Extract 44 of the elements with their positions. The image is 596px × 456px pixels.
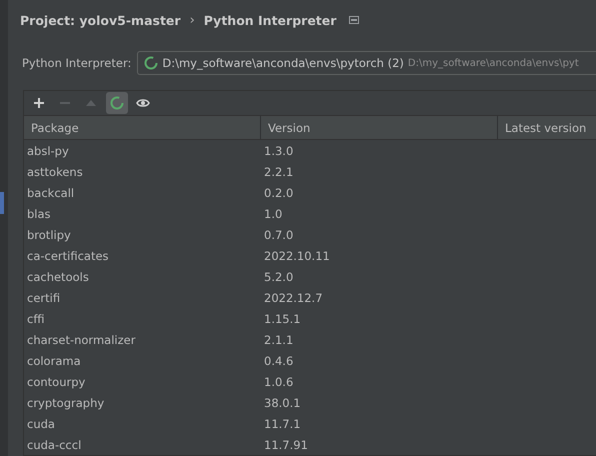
- column-header[interactable]: Latest version: [498, 116, 596, 139]
- table-cell-text: absl-py: [26, 144, 70, 158]
- table-cell-text: 1.0.6: [263, 374, 294, 388]
- plus-icon: [33, 97, 45, 109]
- table-cell-text: 1.15.1: [263, 312, 302, 326]
- table-cell-text: certifi: [26, 290, 62, 304]
- column-header[interactable]: Package: [24, 116, 261, 139]
- column-header[interactable]: Version: [261, 116, 498, 139]
- table-cell-text: ca-certificates: [26, 248, 110, 262]
- table-cell-text: contourpy: [26, 374, 86, 388]
- table-cell-text: cffi: [26, 312, 46, 326]
- table-cell-text: 0.2.0: [263, 186, 294, 200]
- eye-icon: [136, 97, 150, 109]
- table-cell-text: cachetools: [26, 270, 90, 284]
- table-cell-text: 1.3.0: [263, 144, 294, 158]
- window-icon[interactable]: [349, 16, 360, 24]
- table-cell-text: cuda: [26, 416, 56, 430]
- table-cell-text: cuda-cccl: [26, 438, 82, 452]
- table-cell-text: 2022.10.11: [263, 248, 331, 262]
- table-cell-text: 0.7.0: [263, 228, 294, 242]
- table-cell-text: 11.7.1: [263, 416, 302, 430]
- breadcrumb-separator: ›: [190, 12, 195, 28]
- selection-marker: [0, 192, 4, 214]
- breadcrumb-project[interactable]: Project: yolov5-master: [20, 12, 181, 28]
- table-cell-text: 11.7.91: [263, 438, 309, 452]
- loading-spinner-icon: [110, 96, 124, 110]
- table-cell-text: 2022.12.7: [263, 290, 324, 304]
- table-cell-text: blas: [26, 206, 52, 220]
- table-cell-text: 1.0: [263, 206, 284, 220]
- table-cell-text: brotlipy: [26, 228, 72, 242]
- loading-spinner-icon: [144, 56, 158, 70]
- table-cell-text: cryptography: [26, 396, 106, 410]
- table-cell-text: 38.0.1: [263, 396, 302, 410]
- table-cell-text: 2.1.1: [263, 332, 294, 346]
- interpreter-dropdown[interactable]: D:\my_software\anconda\envs\pytorch (2) D:\my_software\anconda\envs\pyt: [137, 51, 596, 75]
- table-cell-text: asttokens: [26, 164, 84, 178]
- table-cell-text: 5.2.0: [263, 270, 294, 284]
- interpreter-label: Python Interpreter:: [22, 56, 132, 70]
- table-cell-text: 0.4.6: [263, 354, 294, 368]
- table-cell-text: colorama: [26, 354, 82, 368]
- table-cell-text: charset-normalizer: [26, 332, 136, 346]
- table-cell-text: 2.2.1: [263, 164, 294, 178]
- table-cell-text: backcall: [26, 186, 76, 200]
- breadcrumb-page: Python Interpreter: [204, 12, 336, 28]
